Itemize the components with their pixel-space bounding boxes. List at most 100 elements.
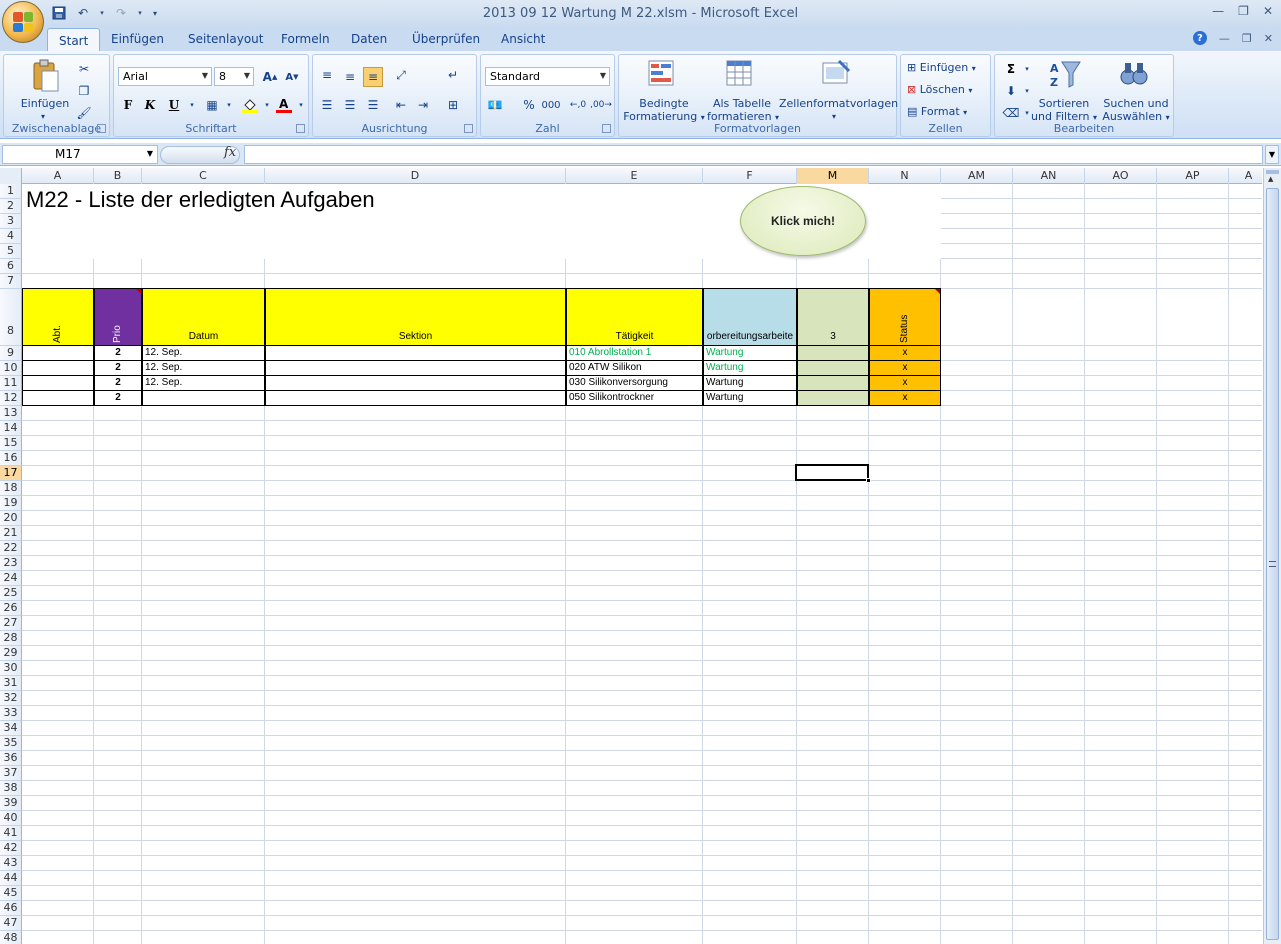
data-cell[interactable] (797, 375, 869, 391)
clipboard-launcher-icon[interactable] (97, 124, 106, 133)
font-size-combo[interactable]: 8 ▼ (214, 67, 254, 86)
doc-minimize-icon[interactable]: — (1219, 32, 1230, 45)
data-cell[interactable]: 020 ATW Silikon (566, 360, 703, 376)
column-header-a[interactable]: A (1229, 168, 1262, 184)
row-header-35[interactable]: 35 (0, 736, 22, 751)
tab-start[interactable]: Start (47, 28, 101, 52)
data-cell[interactable] (22, 360, 94, 376)
tab-daten[interactable]: Daten (351, 32, 387, 46)
vertical-scrollbar[interactable]: ▲ (1263, 168, 1281, 944)
data-cell[interactable]: Wartung (703, 390, 797, 406)
align-bottom-icon[interactable]: ≡ (363, 67, 383, 87)
insert-function-icon[interactable]: fx (224, 145, 236, 160)
copy-icon[interactable]: ❐ (74, 81, 94, 101)
paste-icon[interactable] (30, 59, 60, 92)
percent-button[interactable]: % (519, 95, 539, 115)
data-cell[interactable]: 12. Sep. (142, 360, 265, 376)
row-header-21[interactable]: 21 (0, 526, 22, 541)
row-header-38[interactable]: 38 (0, 781, 22, 796)
shrink-font-icon[interactable]: A ▼ (282, 67, 302, 87)
data-cell[interactable]: 050 Silikontrockner (566, 390, 703, 406)
column-header-ao[interactable]: AO (1085, 168, 1157, 184)
column-header-ap[interactable]: AP (1157, 168, 1229, 184)
find-select-label-1[interactable]: Suchen und (1099, 97, 1173, 110)
header-cell-prio[interactable]: Prio (94, 288, 142, 346)
row-header-6[interactable]: 6 (0, 259, 22, 274)
data-cell[interactable] (797, 345, 869, 361)
row-header-24[interactable]: 24 (0, 571, 22, 586)
active-cell[interactable] (795, 464, 869, 481)
font-launcher-icon[interactable] (296, 124, 305, 133)
row-header-2[interactable]: 2 (0, 199, 22, 214)
row-header-46[interactable]: 46 (0, 901, 22, 916)
minimize-icon[interactable]: — (1212, 4, 1224, 18)
row-header-20[interactable]: 20 (0, 511, 22, 526)
data-cell[interactable]: Wartung (703, 345, 797, 361)
data-cell[interactable]: 2 (94, 360, 142, 376)
header-cell-datum[interactable]: Datum (142, 288, 265, 346)
row-header-28[interactable]: 28 (0, 631, 22, 646)
cut-icon[interactable]: ✂ (74, 59, 94, 79)
row-header-8[interactable]: 8 (0, 289, 22, 346)
cell-styles-button[interactable]: Zellenformatvorlagen (779, 97, 898, 110)
sort-filter-icon[interactable]: AZ (1049, 59, 1081, 89)
row-header-7[interactable]: 7 (0, 274, 22, 289)
row-header-48[interactable]: 48 (0, 931, 22, 944)
row-header-32[interactable]: 32 (0, 691, 22, 706)
font-name-combo[interactable]: Arial ▼ (118, 67, 212, 86)
doc-restore-icon[interactable]: ❐ (1242, 32, 1252, 45)
conditional-formatting-icon[interactable] (647, 59, 677, 89)
header-cell-sektion[interactable]: Sektion (265, 288, 566, 346)
data-cell[interactable]: 030 Silikonversorgung (566, 375, 703, 391)
find-select-icon[interactable] (1119, 59, 1149, 89)
merge-center-icon[interactable]: ⊞ (443, 95, 463, 115)
row-header-10[interactable]: 10 (0, 361, 22, 376)
number-format-combo[interactable]: Standard ▼ (485, 67, 610, 86)
tab-seitenlayout[interactable]: Seitenlayout (188, 32, 263, 46)
row-header-18[interactable]: 18 (0, 481, 22, 496)
increase-indent-icon[interactable]: ⇥ (413, 95, 433, 115)
column-header-f[interactable]: F (703, 168, 797, 184)
column-header-b[interactable]: B (94, 168, 142, 184)
italic-button[interactable]: K (140, 95, 160, 115)
klick-mich-button[interactable]: Klick mich! (740, 186, 866, 256)
help-icon[interactable]: ? (1192, 31, 1207, 45)
row-header-5[interactable]: 5 (0, 244, 22, 259)
row-header-29[interactable]: 29 (0, 646, 22, 661)
header-cell-abt[interactable]: Abt. (22, 288, 94, 346)
format-as-table-label-1[interactable]: Als Tabelle (707, 97, 777, 110)
column-header-a[interactable]: A (22, 168, 94, 184)
row-header-12[interactable]: 12 (0, 391, 22, 406)
office-button[interactable] (2, 1, 44, 43)
increase-decimal-icon[interactable]: ←,0 (568, 95, 588, 115)
align-middle-icon[interactable]: ≡ (340, 67, 360, 87)
scroll-up-icon[interactable]: ▲ (1268, 175, 1273, 183)
formula-input[interactable] (244, 145, 1263, 164)
decrease-decimal-icon[interactable]: ,00→ (590, 95, 612, 115)
data-cell[interactable]: 12. Sep. (142, 375, 265, 391)
borders-dropdown-icon[interactable]: ▾ (219, 95, 239, 115)
row-header-34[interactable]: 34 (0, 721, 22, 736)
row-header-36[interactable]: 36 (0, 751, 22, 766)
data-cell[interactable] (797, 390, 869, 406)
row-header-11[interactable]: 11 (0, 376, 22, 391)
data-cell[interactable]: Wartung (703, 360, 797, 376)
data-cell[interactable] (265, 390, 566, 406)
row-header-16[interactable]: 16 (0, 451, 22, 466)
header-cell-m[interactable]: 3 (797, 288, 869, 346)
format-painter-icon[interactable]: 🖌 (74, 103, 94, 123)
underline-button[interactable]: U (164, 95, 184, 115)
data-cell[interactable]: x (869, 375, 941, 391)
tab-formeln[interactable]: Formeln (281, 32, 330, 46)
row-header-41[interactable]: 41 (0, 826, 22, 841)
data-cell[interactable]: 2 (94, 390, 142, 406)
row-header-44[interactable]: 44 (0, 871, 22, 886)
align-top-icon[interactable]: ≡ (317, 65, 337, 85)
row-header-22[interactable]: 22 (0, 541, 22, 556)
data-cell[interactable] (797, 360, 869, 376)
worksheet[interactable]: A B C D E F M N AM AN AO AP A 1 2 3 4 5 6 7 8 9 10 11 12 13 14 15 1… (0, 168, 1262, 944)
fill-handle[interactable] (866, 478, 871, 483)
format-cells-button[interactable]: ▤ Format ▾ (907, 105, 967, 119)
bold-button[interactable]: F (118, 95, 138, 115)
data-cell[interactable]: x (869, 360, 941, 376)
